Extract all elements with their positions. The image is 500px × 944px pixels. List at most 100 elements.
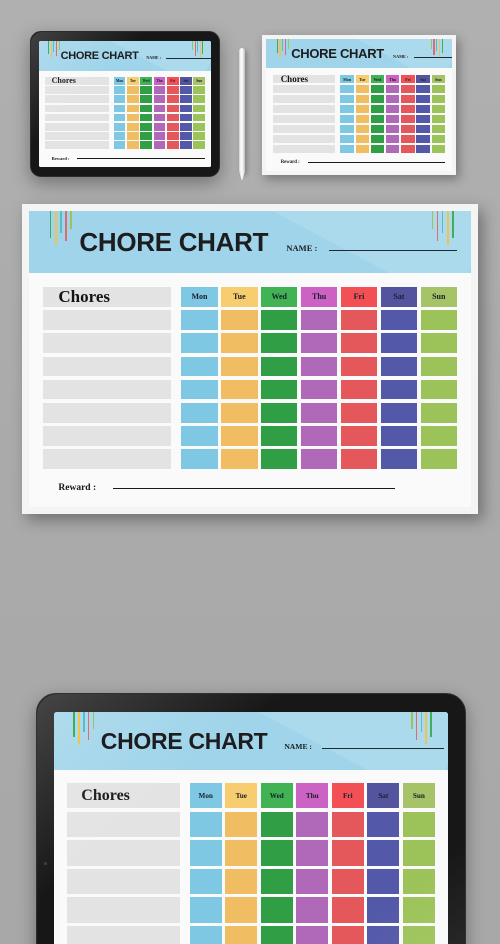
chore-checkbox-thu[interactable] — [386, 84, 400, 94]
chore-checkbox-wed[interactable] — [140, 141, 152, 149]
chore-checkbox-thu[interactable] — [386, 114, 400, 124]
chore-checkbox-wed[interactable] — [260, 925, 293, 944]
name-input-line[interactable] — [413, 57, 452, 58]
chore-checkbox-thu[interactable] — [153, 95, 166, 104]
day-header-thu[interactable]: Thu — [296, 783, 329, 809]
chore-checkbox-thu[interactable] — [296, 840, 329, 866]
reward-input-line[interactable] — [112, 487, 395, 489]
day-header-sun[interactable]: Sun — [420, 287, 458, 307]
chore-checkbox-sun[interactable] — [402, 868, 435, 895]
chore-checkbox-sat[interactable] — [367, 868, 400, 895]
chore-checkbox-sat[interactable] — [367, 897, 400, 923]
chore-checkbox-sun[interactable] — [402, 925, 435, 944]
reward-input-line[interactable] — [308, 161, 445, 163]
chore-name-cell[interactable] — [273, 104, 335, 114]
chore-name-cell[interactable] — [67, 811, 180, 837]
chore-checkbox-tue[interactable] — [225, 840, 258, 866]
chore-checkbox-mon[interactable] — [340, 84, 354, 94]
chore-checkbox-thu[interactable] — [300, 379, 338, 400]
chore-checkbox-tue[interactable] — [221, 379, 258, 400]
chore-checkbox-wed[interactable] — [370, 114, 385, 124]
chore-checkbox-wed[interactable] — [260, 868, 293, 895]
day-header-wed[interactable]: Wed — [260, 783, 293, 809]
chore-checkbox-mon[interactable] — [181, 356, 218, 377]
chore-checkbox-sun[interactable] — [193, 123, 206, 131]
chore-checkbox-wed[interactable] — [260, 811, 293, 837]
chore-checkbox-tue[interactable] — [221, 449, 258, 469]
chore-checkbox-sat[interactable] — [180, 132, 192, 140]
chore-checkbox-sat[interactable] — [416, 94, 430, 104]
chore-checkbox-fri[interactable] — [331, 811, 364, 837]
chore-name-cell[interactable] — [273, 94, 335, 104]
chore-checkbox-thu[interactable] — [296, 811, 329, 837]
chore-checkbox-sat[interactable] — [380, 402, 418, 423]
chore-checkbox-tue[interactable] — [127, 123, 139, 131]
chore-checkbox-sun[interactable] — [420, 449, 458, 469]
day-header-thu[interactable]: Thu — [300, 287, 338, 307]
day-header-tue[interactable]: Tue — [355, 75, 369, 84]
chore-checkbox-sat[interactable] — [416, 104, 430, 114]
chore-checkbox-tue[interactable] — [127, 113, 139, 122]
chore-checkbox-wed[interactable] — [140, 123, 152, 131]
name-input-line[interactable] — [328, 249, 457, 251]
chore-checkbox-fri[interactable] — [401, 114, 415, 124]
stylus-pen[interactable] — [239, 48, 245, 173]
chore-checkbox-tue[interactable] — [355, 114, 369, 124]
chore-checkbox-tue[interactable] — [225, 868, 258, 895]
chore-checkbox-tue[interactable] — [225, 811, 258, 837]
chore-checkbox-sat[interactable] — [416, 114, 430, 124]
chore-checkbox-mon[interactable] — [189, 868, 222, 895]
chore-checkbox-fri[interactable] — [331, 868, 364, 895]
chores-column-header[interactable]: Chores — [67, 783, 180, 809]
chores-column-header[interactable]: Chores — [43, 287, 171, 307]
chore-checkbox-tue[interactable] — [355, 104, 369, 114]
chore-checkbox-sat[interactable] — [180, 95, 192, 104]
chore-checkbox-sun[interactable] — [431, 104, 446, 114]
chore-checkbox-tue[interactable] — [225, 925, 258, 944]
chore-checkbox-wed[interactable] — [260, 356, 298, 377]
chore-name-cell[interactable] — [273, 124, 335, 134]
chore-checkbox-sat[interactable] — [416, 84, 430, 94]
day-header-fri[interactable]: Fri — [331, 783, 364, 809]
chore-checkbox-tue[interactable] — [355, 134, 369, 143]
chore-checkbox-thu[interactable] — [153, 132, 166, 140]
chore-checkbox-fri[interactable] — [166, 104, 179, 113]
tablet-mockup-top-left[interactable]: CHORE CHART NAME : Chores Mon Tue Wed Thu Fri Sa… — [30, 31, 220, 177]
chore-checkbox-thu[interactable] — [300, 449, 338, 469]
chore-checkbox-sat[interactable] — [180, 104, 192, 113]
chore-checkbox-sat[interactable] — [180, 123, 192, 131]
chore-checkbox-mon[interactable] — [340, 114, 354, 124]
chore-checkbox-fri[interactable] — [166, 132, 179, 140]
day-header-tue[interactable]: Tue — [127, 77, 139, 85]
chore-checkbox-sat[interactable] — [380, 426, 418, 446]
chore-checkbox-sun[interactable] — [420, 333, 458, 354]
chore-checkbox-mon[interactable] — [189, 925, 222, 944]
chore-checkbox-fri[interactable] — [166, 86, 179, 94]
chore-checkbox-sun[interactable] — [193, 132, 206, 140]
chore-checkbox-mon[interactable] — [340, 104, 354, 114]
day-header-mon[interactable]: Mon — [340, 75, 354, 84]
chore-checkbox-wed[interactable] — [370, 144, 385, 153]
chore-checkbox-mon[interactable] — [113, 141, 126, 149]
chore-checkbox-fri[interactable] — [340, 310, 378, 330]
chore-checkbox-sun[interactable] — [431, 134, 446, 143]
day-header-mon[interactable]: Mon — [189, 783, 222, 809]
chore-checkbox-thu[interactable] — [300, 310, 338, 330]
chore-checkbox-mon[interactable] — [189, 811, 222, 837]
chore-checkbox-mon[interactable] — [340, 134, 354, 143]
chore-checkbox-wed[interactable] — [370, 124, 385, 134]
paper-mockup-main[interactable]: CHORE CHART NAME : Chores Mon Tue Wed Thu Fri Sa… — [22, 204, 478, 514]
chore-checkbox-thu[interactable] — [386, 134, 400, 143]
chore-checkbox-thu[interactable] — [153, 86, 166, 94]
chore-checkbox-fri[interactable] — [331, 897, 364, 923]
chore-checkbox-thu[interactable] — [153, 113, 166, 122]
chore-checkbox-mon[interactable] — [113, 95, 126, 104]
chore-checkbox-tue[interactable] — [225, 897, 258, 923]
chore-checkbox-tue[interactable] — [221, 426, 258, 446]
chore-checkbox-fri[interactable] — [340, 426, 378, 446]
chore-checkbox-sat[interactable] — [367, 811, 400, 837]
chore-checkbox-mon[interactable] — [113, 104, 126, 113]
chore-checkbox-sun[interactable] — [402, 897, 435, 923]
chore-name-cell[interactable] — [43, 402, 171, 423]
chore-checkbox-mon[interactable] — [340, 124, 354, 134]
